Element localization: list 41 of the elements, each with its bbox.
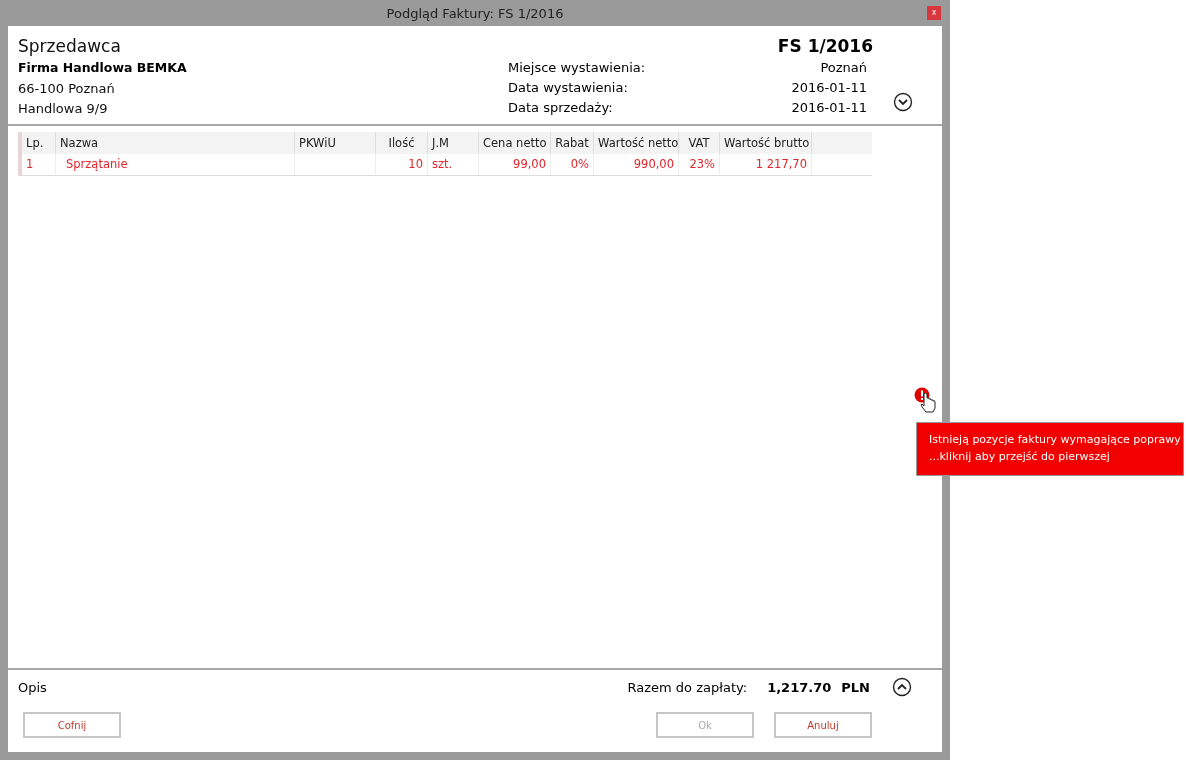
table-cell: szt. xyxy=(427,154,479,175)
table-cell: 99,00 xyxy=(478,154,551,175)
column-header: Ilość xyxy=(375,132,428,154)
field-label: Miejsce wystawienia: xyxy=(508,60,646,75)
seller-address: 66-100 Poznań xyxy=(18,81,116,96)
seller-name: Firma Handlowa BEMKA xyxy=(18,60,188,75)
field-label: Data wystawienia: xyxy=(508,80,628,95)
description-label: Opis xyxy=(18,679,47,695)
total-amount: 1,217.70 xyxy=(767,679,832,695)
column-header: VAT xyxy=(678,132,720,154)
action-button[interactable]: Anuluj xyxy=(774,712,872,738)
column-header: J.M xyxy=(427,132,479,154)
column-header: Wartość brutto xyxy=(719,132,812,154)
seller-heading: Sprzedawca xyxy=(18,36,122,56)
warning-tooltip[interactable]: Istnieją pozycje faktury wymagające poprawy ...kliknij aby przejść do pierwszej xyxy=(916,422,1184,476)
column-header: Nazwa xyxy=(55,132,295,154)
table-cell: 0% xyxy=(550,154,594,175)
column-header: Lp. xyxy=(22,132,56,154)
table-cell: 990,00 xyxy=(593,154,679,175)
window-title: Podgląd Faktury: FS 1/2016 xyxy=(386,5,564,21)
table-cell: 10 xyxy=(375,154,428,175)
table-cell: 23% xyxy=(678,154,720,175)
field-value: 2016-01-11 xyxy=(791,80,867,95)
column-header: PKWiU xyxy=(294,132,376,154)
table-cell: 1 217,70 xyxy=(719,154,812,175)
table-cell: 1 xyxy=(22,154,56,175)
chevron-button[interactable] xyxy=(892,92,913,112)
table-cell: Sprzątanie xyxy=(55,154,295,175)
total-label: Razem do zapłaty: xyxy=(627,679,748,695)
field-label: Data sprzedaży: xyxy=(508,100,613,115)
close-button[interactable]: x xyxy=(927,6,941,20)
column-header: Rabat xyxy=(550,132,594,154)
invoice-number: FS 1/2016 xyxy=(776,36,873,56)
column-header: Wartość netto xyxy=(593,132,679,154)
seller-address: Handlowa 9/9 xyxy=(18,101,109,116)
field-value: Poznań xyxy=(820,60,867,75)
back-button[interactable]: Cofnij xyxy=(23,712,121,738)
currency: PLN xyxy=(841,679,870,695)
chevron-button[interactable] xyxy=(892,677,912,697)
column-header: Cena netto xyxy=(478,132,551,154)
field-value: 2016-01-11 xyxy=(791,100,867,115)
